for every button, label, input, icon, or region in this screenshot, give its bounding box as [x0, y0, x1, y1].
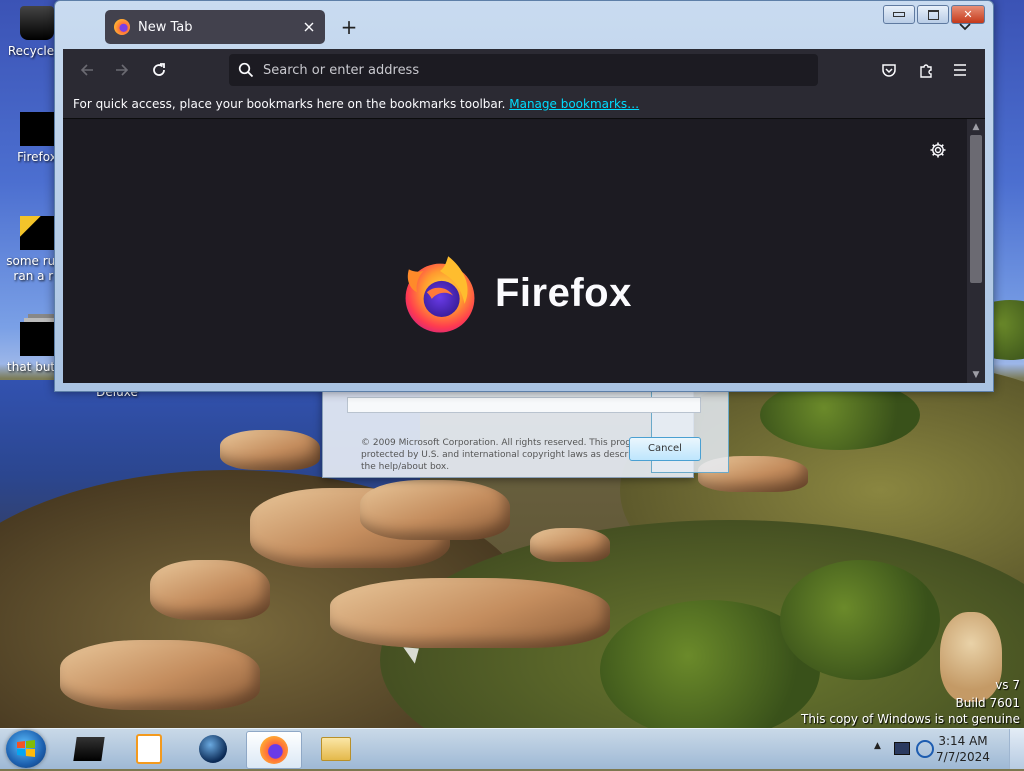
- black-box-icon: [73, 737, 105, 761]
- clock-time: 3:14 AM: [938, 734, 988, 748]
- extensions-button[interactable]: [913, 58, 939, 82]
- list-all-tabs-button[interactable]: [953, 15, 977, 39]
- close-icon: [304, 22, 314, 32]
- firefox-icon: [20, 112, 54, 146]
- windows-logo-icon: [17, 740, 35, 757]
- cancel-button[interactable]: Cancel: [629, 437, 701, 461]
- plus-icon: +: [340, 15, 358, 39]
- new-tab-page: Firefox: [63, 119, 967, 383]
- app-menu-button[interactable]: [947, 58, 973, 82]
- windows-build-watermark: Build 7601: [955, 696, 1020, 710]
- scroll-up-arrow-icon[interactable]: ▲: [967, 120, 985, 134]
- chevron-down-icon: [959, 23, 971, 31]
- media-player-icon: [136, 734, 162, 764]
- puzzle-piece-icon: [920, 64, 932, 78]
- manage-bookmarks-link[interactable]: Manage bookmarks…: [509, 97, 639, 111]
- tab-new-tab[interactable]: New Tab: [105, 10, 325, 44]
- windows-not-genuine-watermark: This copy of Windows is not genuine: [801, 712, 1020, 726]
- taskbar-app-globe[interactable]: [186, 731, 240, 767]
- desktop-icon-label: Firefox: [17, 150, 57, 164]
- start-button[interactable]: [6, 730, 46, 768]
- forward-arrow-icon: [116, 64, 129, 76]
- browser-content: For quick access, place your bookmarks h…: [63, 49, 985, 383]
- tab-close-button[interactable]: [299, 17, 319, 37]
- tab-title: New Tab: [138, 19, 193, 35]
- taskbar-app-file-explorer[interactable]: [309, 731, 363, 767]
- recycle-bin-icon: [20, 6, 54, 40]
- pocket-icon: [882, 64, 896, 77]
- firefox-window: ✕ New Tab + Search or enter address For …: [54, 0, 994, 392]
- network-icon[interactable]: [894, 742, 910, 755]
- firefox-favicon-icon: [114, 19, 130, 35]
- address-bar[interactable]: [229, 54, 818, 86]
- page-scrollbar[interactable]: ▲ ▼: [967, 119, 985, 383]
- newtab-settings-button[interactable]: [929, 141, 947, 159]
- bookmarks-toolbar: For quick access, place your bookmarks h…: [63, 91, 985, 119]
- firefox-logo-icon: [405, 256, 475, 333]
- scroll-down-arrow-icon[interactable]: ▼: [967, 368, 985, 382]
- taskbar: ▲ 3:14 AM 7/7/2024: [0, 728, 1024, 769]
- reload-button[interactable]: [146, 58, 172, 82]
- folder-icon: [321, 737, 351, 761]
- forward-button[interactable]: [109, 58, 135, 82]
- firefox-icon: [260, 736, 288, 764]
- search-icon: [237, 61, 255, 79]
- hamburger-menu-icon: [954, 64, 966, 76]
- taskbar-app-black-box[interactable]: [62, 731, 116, 767]
- bookmarks-toolbar-message: For quick access, place your bookmarks h…: [73, 97, 506, 111]
- globe-icon: [199, 735, 227, 763]
- show-desktop-button[interactable]: [1009, 729, 1024, 769]
- system-clock[interactable]: 3:14 AM 7/7/2024: [930, 733, 996, 765]
- windows-version-watermark: vs 7: [995, 678, 1020, 692]
- reload-icon: [153, 63, 165, 76]
- file-icon: [20, 216, 54, 250]
- back-button[interactable]: [74, 58, 100, 82]
- about-dialog: © 2009 Microsoft Corporation. All rights…: [322, 385, 729, 478]
- taskbar-app-firefox[interactable]: [246, 731, 302, 769]
- taskbar-app-media-player[interactable]: [122, 731, 176, 767]
- firefox-wordmark: Firefox: [495, 271, 632, 315]
- copyright-text: © 2009 Microsoft Corporation. All rights…: [361, 438, 660, 472]
- new-tab-button[interactable]: +: [337, 15, 361, 39]
- gear-icon: [930, 142, 946, 158]
- navigation-toolbar: [63, 49, 985, 92]
- clock-date: 7/7/2024: [936, 750, 990, 764]
- dialog-field: [347, 397, 701, 413]
- tab-strip: New Tab +: [63, 1, 985, 49]
- notification-area: ▲ 3:14 AM 7/7/2024: [864, 729, 1024, 769]
- hamster-sticker: [940, 612, 1002, 702]
- back-arrow-icon: [80, 64, 93, 76]
- show-hidden-icons-button[interactable]: ▲: [874, 741, 881, 751]
- url-input[interactable]: [261, 61, 818, 79]
- pocket-button[interactable]: [876, 58, 902, 82]
- shortcut-icon: [20, 322, 54, 356]
- scrollbar-thumb[interactable]: [970, 135, 982, 283]
